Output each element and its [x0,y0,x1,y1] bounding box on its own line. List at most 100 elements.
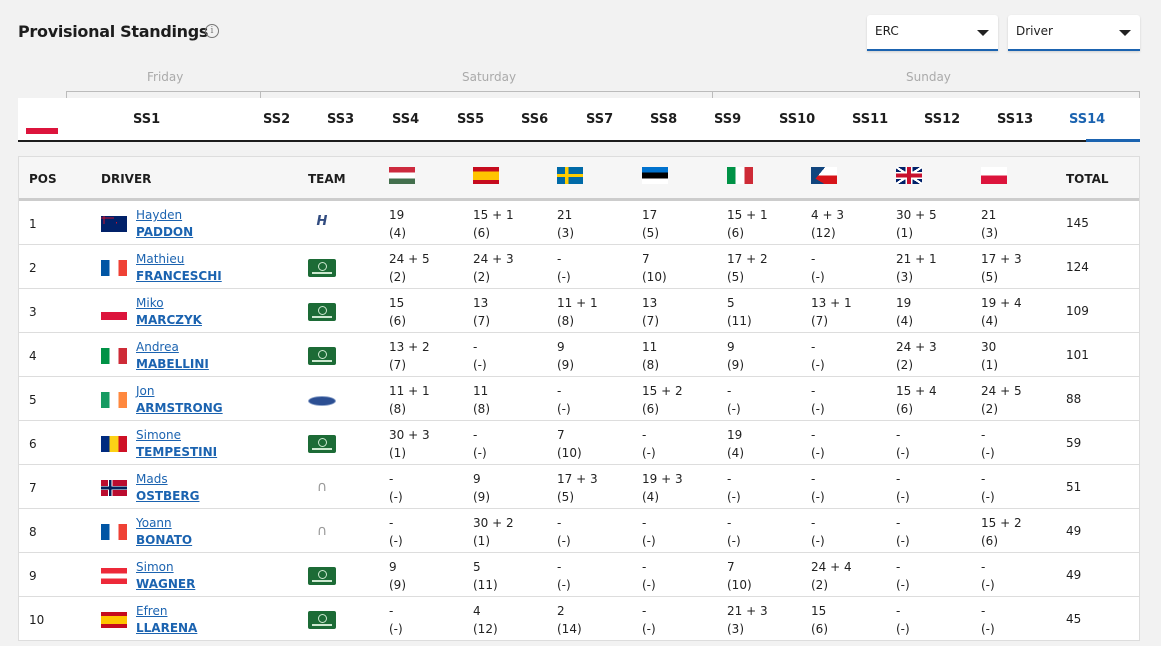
driver-flag-new-zealand [101,216,127,232]
citroen-logo-icon: ∩ [316,523,328,539]
stage-score: 13 + 1 (7) [811,296,852,328]
stage-score: 15 + 1 (6) [473,208,514,240]
stage-score: - (-) [811,252,825,284]
driver-flag-france [101,524,127,540]
stage-score: - (-) [473,428,487,460]
stage-score: 24 + 3 (2) [473,252,514,284]
stage-score: 21 + 3 (3) [727,604,768,636]
stage-score: - (-) [557,560,571,592]
stage-score: - (-) [642,516,656,548]
stage-score: 15 + 2 (6) [642,384,683,416]
table-header: POS DRIVER TEAM TOTAL [19,157,1139,201]
table-row: 2 Mathieu FRANCESCHI 24 + 5 (2) 24 + 3 (2) - (-)… [19,245,1139,289]
skoda-logo-icon [308,303,336,321]
driver-link[interactable]: Simon WAGNER [136,559,195,593]
total-points: 51 [1066,480,1082,494]
event-flag-estonia [642,167,668,184]
driver-link[interactable]: Mathieu FRANCESCHI [136,251,222,285]
standings-table: POS DRIVER TEAM TOTAL 1 Hayden PADDON H 19 (4… [18,156,1140,641]
driver-link[interactable]: Simone TEMPESTINI [136,427,217,461]
tab-ss14[interactable]: SS14 [1069,112,1105,127]
tab-ss6[interactable]: SS6 [521,112,548,127]
driver-flag-poland [101,304,127,320]
stage-score: 24 + 3 (2) [896,340,937,372]
tab-ss8[interactable]: SS8 [650,112,677,127]
stage-score: 21 (3) [557,208,574,240]
position: 2 [29,261,37,275]
table-row: 4 Andrea MABELLINI 13 + 2 (7) - (-) 9 (9) 11 (8) 9(… [19,333,1139,377]
position: 6 [29,437,37,451]
position: 10 [29,613,45,627]
stage-score: - (-) [811,384,825,416]
tab-ss1[interactable]: SS1 [133,112,160,127]
tab-ss5[interactable]: SS5 [457,112,484,127]
stage-score: - (-) [727,472,741,504]
driver-flag-france [101,260,127,276]
stage-score: - (-) [727,516,741,548]
tab-ss4[interactable]: SS4 [392,112,419,127]
driver-flag-austria [101,568,127,584]
tab-ss11[interactable]: SS11 [852,112,888,127]
stage-score: - (-) [557,516,571,548]
day-label-saturday: Saturday [462,70,517,84]
driver-link[interactable]: Hayden PADDON [136,207,193,241]
stage-score: - (-) [981,560,995,592]
stage-score: 19 + 3 (4) [642,472,683,504]
stage-score: 17 + 2 (5) [727,252,768,284]
info-icon[interactable]: i [205,24,219,38]
driver-link[interactable]: Mads OSTBERG [136,471,199,505]
tab-ss10[interactable]: SS10 [779,112,815,127]
tab-ss3[interactable]: SS3 [327,112,354,127]
event-flag-spain [473,167,499,184]
stage-score: 5 (11) [727,296,752,328]
total-points: 49 [1066,568,1082,582]
stage-score: 21 (3) [981,208,998,240]
driver-link[interactable]: Miko MARCZYK [136,295,202,329]
standings-type-select[interactable]: Driver [1008,15,1140,51]
event-flag-poland [26,122,58,134]
driver-link[interactable]: Andrea MABELLINI [136,339,209,373]
stage-score: 21 + 1 (3) [896,252,937,284]
stage-score: - (-) [981,472,995,504]
stage-score: 11 (8) [642,340,659,372]
stage-score: 30 + 2 (1) [473,516,514,548]
position: 3 [29,305,37,319]
type-select-value: Driver [1016,24,1053,38]
table-row: 6 Simone TEMPESTINI 30 + 3 (1) - (-) 7 (10) - (-) 1… [19,421,1139,465]
table-row: 3 Miko MARCZYK 15 (6) 13 (7) 11 + 1 (8) 13 (7) 5 (11… [19,289,1139,333]
table-row: 8 Yoann BONATO ∩ - (-) 30 + 2 (1) - (-) - (-) - (-) -(… [19,509,1139,553]
stage-score: - (-) [811,428,825,460]
series-select[interactable]: ERC [867,15,998,51]
stage-score: 13 + 2 (7) [389,340,430,372]
series-select-value: ERC [875,24,899,38]
event-flag-czech [811,167,837,184]
stage-score: 15 + 4 (6) [896,384,937,416]
day-groups: Friday Saturday Sunday [0,70,1161,100]
tab-ss2[interactable]: SS2 [263,112,290,127]
stage-score: 7 (10) [557,428,582,460]
chevron-down-icon [977,30,989,36]
total-points: 109 [1066,304,1089,318]
stage-score: - (-) [896,560,910,592]
driver-flag-spain [101,612,127,628]
tab-ss9[interactable]: SS9 [714,112,741,127]
stage-score: - (-) [896,428,910,460]
driver-link[interactable]: Yoann BONATO [136,515,192,549]
stage-score: 11 (8) [473,384,490,416]
driver-link[interactable]: Efren LLARENA [136,603,197,637]
stage-score: 30 (1) [981,340,998,372]
stage-score: 7 (10) [727,560,752,592]
tab-ss7[interactable]: SS7 [586,112,613,127]
total-points: 101 [1066,348,1089,362]
stage-score: 24 + 4 (2) [811,560,852,592]
skoda-logo-icon [308,567,336,585]
table-body: 1 Hayden PADDON H 19 (4) 15 + 1 (6) 21 (3) 17 (5) 15… [19,201,1139,641]
position: 4 [29,349,37,363]
tab-ss12[interactable]: SS12 [924,112,960,127]
stage-score: 2 (14) [557,604,582,636]
tab-ss13[interactable]: SS13 [997,112,1033,127]
driver-link[interactable]: Jon ARMSTRONG [136,383,223,417]
total-points: 145 [1066,216,1089,230]
stage-score: 9 (9) [727,340,744,372]
table-row: 7 Mads OSTBERG ∩ - (-) 9 (9) 17 + 3 (5) 19 + 3 (4) -… [19,465,1139,509]
